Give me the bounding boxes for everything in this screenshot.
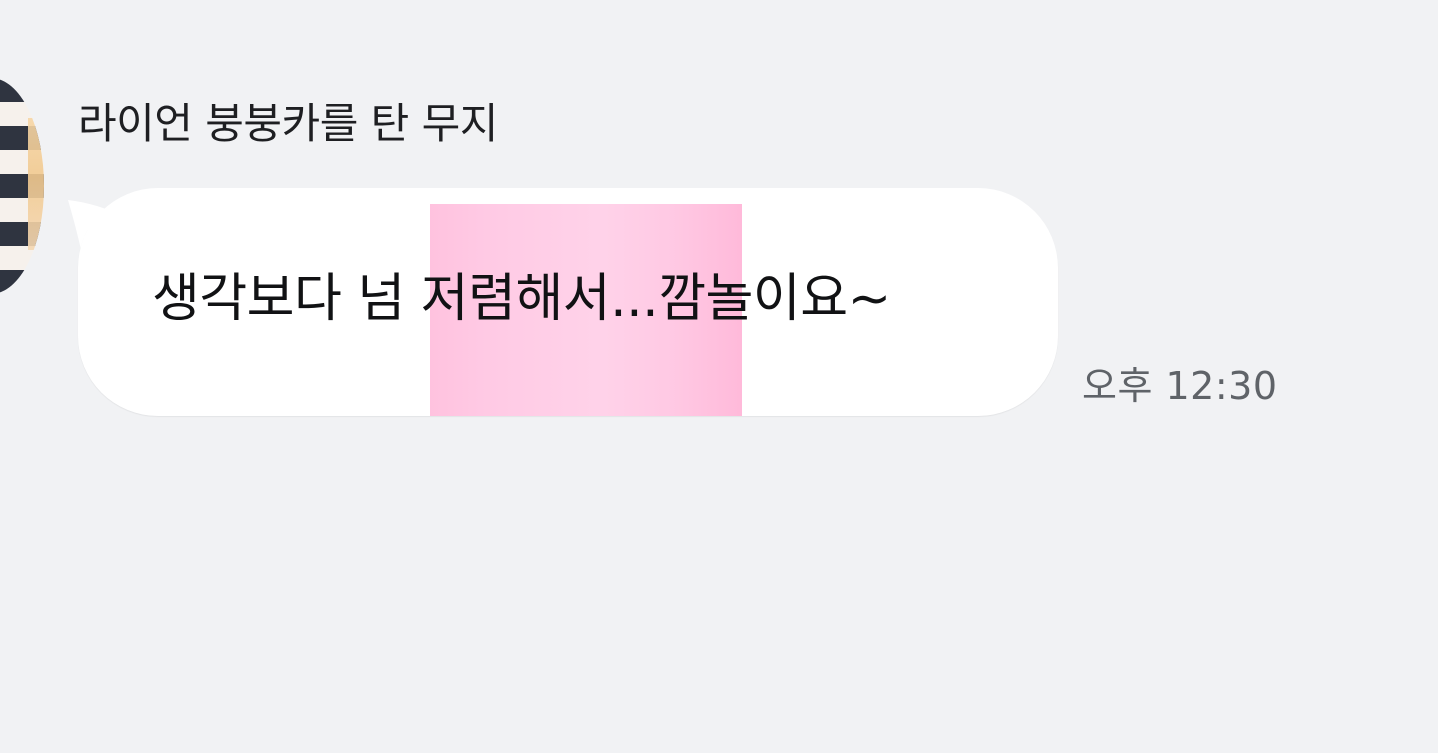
message-text: 생각보다 넘 저렴해서...깜놀이요~ xyxy=(152,269,891,329)
sender-name: 라이언 붕붕카를 탄 무지 xyxy=(78,99,498,148)
message-bubble[interactable]: 생각보다 넘 저렴해서...깜놀이요~ xyxy=(78,188,1058,416)
message-bubble-wrapper: 생각보다 넘 저렴해서...깜놀이요~ xyxy=(68,188,1060,420)
avatar[interactable] xyxy=(0,78,44,294)
message-timestamp: 오후 12:30 xyxy=(1082,364,1278,408)
